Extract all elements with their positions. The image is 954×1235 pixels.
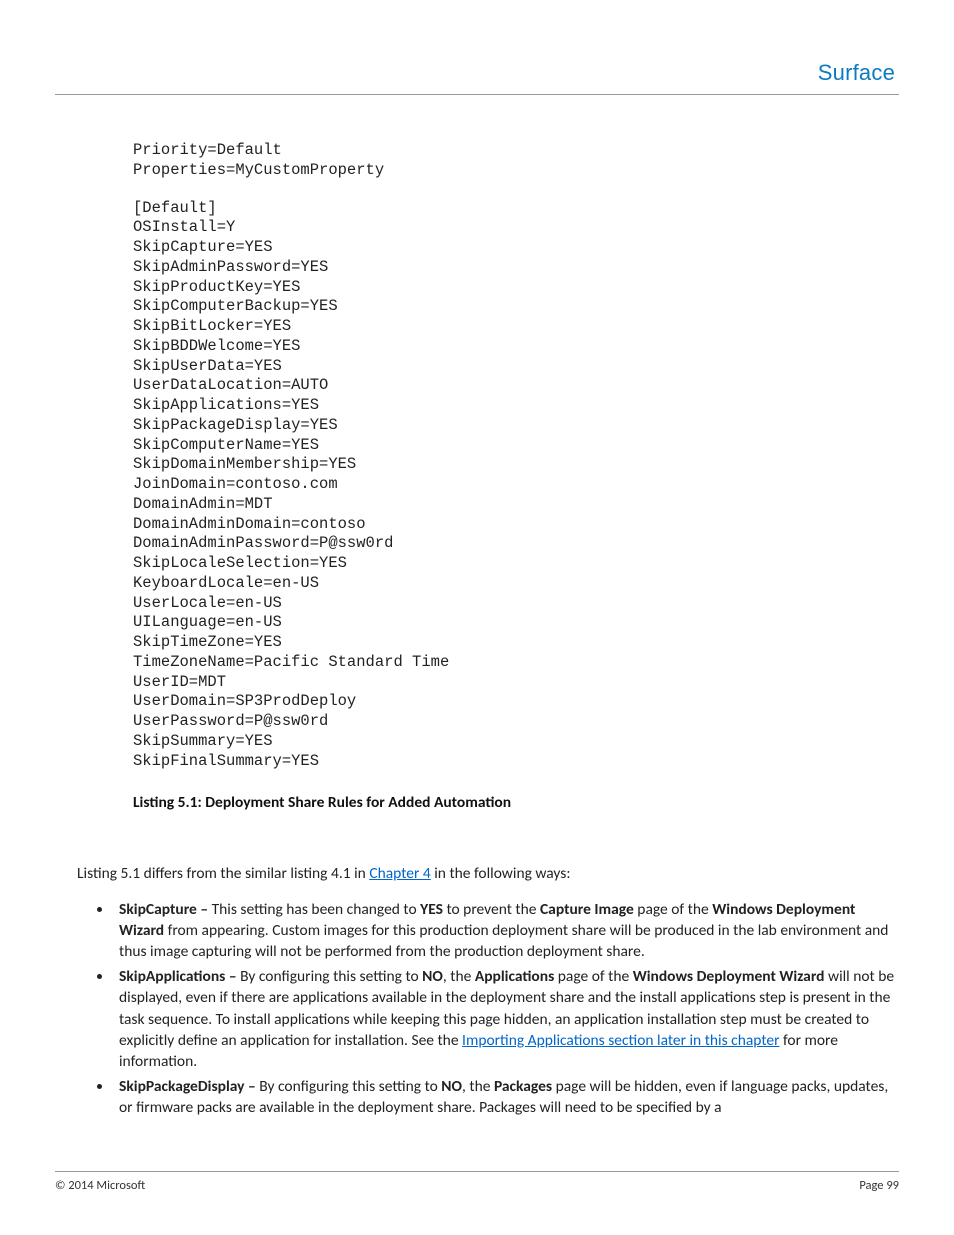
page-footer: © 2014 Microsoft Page 99 <box>55 1171 899 1193</box>
intro-text-pre: Listing 5.1 differs from the similar lis… <box>77 864 369 883</box>
copyright-text: © 2014 Microsoft <box>55 1178 145 1193</box>
importing-applications-link[interactable]: Importing Applications section later in … <box>462 1031 779 1050</box>
list-item: SkipCapture – This setting has been chan… <box>113 899 899 962</box>
list-item: SkipPackageDisplay – By configuring this… <box>113 1076 899 1118</box>
page: Surface Priority=Default Properties=MyCu… <box>0 0 954 1235</box>
brand-logo: Surface <box>818 60 895 86</box>
item-label: SkipPackageDisplay – <box>119 1077 259 1096</box>
bullet-list: SkipCapture – This setting has been chan… <box>113 899 899 1118</box>
intro-text-post: in the following ways: <box>431 864 571 883</box>
chapter-4-link[interactable]: Chapter 4 <box>369 864 430 883</box>
intro-paragraph: Listing 5.1 differs from the similar lis… <box>77 864 899 885</box>
page-header: Surface <box>55 60 899 95</box>
item-label: SkipCapture – <box>119 900 212 919</box>
list-item: SkipApplications – By configuring this s… <box>113 966 899 1071</box>
code-block-2: [Default] OSInstall=Y SkipCapture=YES Sk… <box>133 199 899 772</box>
code-block-1: Priority=Default Properties=MyCustomProp… <box>133 141 899 181</box>
page-number: Page 99 <box>859 1178 899 1193</box>
listing-caption: Listing 5.1: Deployment Share Rules for … <box>133 793 899 812</box>
item-label: SkipApplications – <box>119 967 240 986</box>
